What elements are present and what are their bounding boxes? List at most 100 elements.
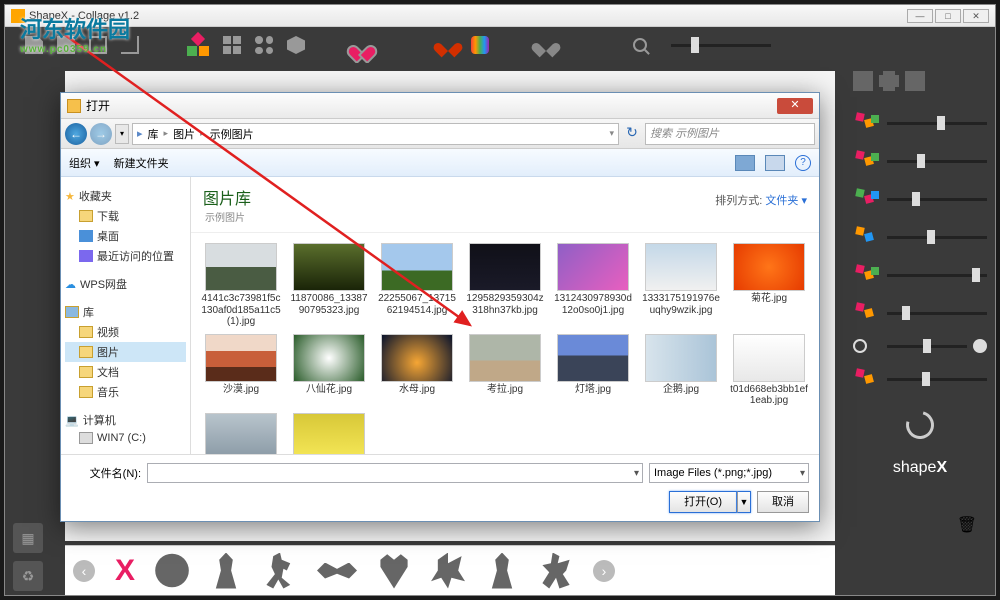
recycle-icon[interactable]: ♻ [13,561,43,591]
shape-girl[interactable] [209,553,243,589]
shapes-color-icon[interactable] [187,34,209,56]
dots-icon[interactable] [255,36,273,54]
puzzle-icon[interactable] [879,71,899,91]
zoom-icon[interactable] [633,38,647,52]
crumb-lib[interactable]: 库 [145,126,162,142]
shape-dance[interactable] [539,553,573,589]
tree-item-desktop[interactable]: 桌面 [65,226,186,246]
file-name: 企鹅.jpg [641,384,721,396]
titlebar[interactable]: ShapeX - Collage v1.2 — □ ✕ [5,5,995,27]
file-item[interactable]: 1295829359304z318hn37kb.jpg [463,243,547,328]
slider-6[interactable] [853,301,987,325]
organize-menu[interactable]: 组织 ▾ [69,155,100,171]
dialog-titlebar[interactable]: 打开 ✕ [61,93,819,119]
trash-icon[interactable]: 🗑 [957,515,977,535]
newfolder-button[interactable]: 新建文件夹 [114,155,169,171]
tree-item-drive-c[interactable]: WIN7 (C:) [65,430,186,446]
hex-icon[interactable] [287,36,305,54]
help-button[interactable]: ? [795,155,811,171]
tree-item-downloads[interactable]: 下载 [65,206,186,226]
shape-heart[interactable] [377,553,411,589]
tree-item-video[interactable]: 视频 [65,322,186,342]
maximize-button[interactable]: □ [935,9,961,23]
search-input[interactable]: 搜索 示例图片 [645,123,815,145]
crumb-pictures[interactable]: 图片 [170,126,198,142]
tree-item-music[interactable]: 音乐 [65,382,186,402]
file-item[interactable]: 1333175191976euqhy9wzik.jpg [639,243,723,328]
file-item[interactable]: 22255067_1371562194514.jpg [375,243,459,328]
folder-icon [67,99,81,113]
nav-history-drop[interactable]: ▾ [115,124,129,144]
file-item[interactable]: 沙漠.jpg [199,334,283,407]
heart-rainbow-icon[interactable] [471,36,489,54]
nav-back-button[interactable]: ← [65,123,87,145]
file-item[interactable]: 企鹅.jpg [639,334,723,407]
close-button[interactable]: ✕ [963,9,989,23]
left-tools: ▦ ♻ [13,523,43,591]
tree-computer[interactable]: 💻计算机 [65,410,186,430]
file-item[interactable]: 水母.jpg [375,334,459,407]
slider-1[interactable] [853,111,987,135]
nav-fwd-button[interactable]: → [90,123,112,145]
tree-item-recent[interactable]: 最近访问的位置 [65,246,186,266]
file-item[interactable] [287,413,371,455]
file-name: 考拉.jpg [465,384,545,396]
shapes-prev[interactable]: ‹ [73,560,95,582]
shape-mustache[interactable] [317,563,357,579]
tree-libraries[interactable]: 库 [65,302,186,322]
undo-icon[interactable] [901,406,939,444]
filetype-filter[interactable]: Image Files (*.png;*.jpg) [649,463,809,483]
shape-portrait[interactable] [485,553,519,589]
grid-icon[interactable] [223,36,241,54]
file-item[interactable]: t01d668eb3bb1ef1eab.jpg [727,334,811,407]
shape-circle-v[interactable] [155,553,189,589]
file-name: 1333175191976euqhy9wzik.jpg [641,293,721,316]
filename-input[interactable] [147,463,643,483]
tree-wps[interactable]: ☁WPS网盘 [65,274,186,294]
file-item[interactable]: 菊花.jpg [727,243,811,328]
open-button[interactable]: 打开(O) [669,491,737,513]
file-item[interactable]: 考拉.jpg [463,334,547,407]
file-item[interactable] [199,413,283,455]
heart-gray-icon[interactable] [537,37,555,53]
shape-cupid[interactable] [431,553,465,589]
preview-pane-button[interactable] [765,155,785,171]
refresh-button[interactable]: ↻ [622,124,642,144]
open-dropdown[interactable]: ▼ [737,491,751,513]
tree-item-documents[interactable]: 文档 [65,362,186,382]
slider-5[interactable] [853,263,987,287]
slider-circle[interactable] [853,339,987,353]
breadcrumb[interactable]: ▸ 库▸ 图片▸ 示例图片 ▾ [132,123,619,145]
slider-3[interactable] [853,187,987,211]
file-item[interactable]: 1312430978930d12o0so0j1.jpg [551,243,635,328]
slider-2[interactable] [853,149,987,173]
thumbnail [293,243,365,291]
shape-runner[interactable] [263,553,297,589]
tree-favorites[interactable]: ★收藏夹 [65,186,186,206]
tree-item-pictures[interactable]: 图片 [65,342,186,362]
bg-image-icon[interactable] [853,71,873,91]
minimize-button[interactable]: — [907,9,933,23]
cancel-button[interactable]: 取消 [757,491,809,513]
dialog-bottom: 文件名(N): Image Files (*.png;*.jpg) 打开(O) … [61,454,819,521]
filename-label: 文件名(N): [71,465,141,481]
gallery-icon[interactable]: ▦ [13,523,43,553]
shape-x[interactable]: X [115,554,135,588]
slider-7[interactable] [853,367,987,391]
thumbnail [557,243,629,291]
crumb-sample[interactable]: 示例图片 [207,126,257,142]
heart-filled-icon[interactable] [439,37,457,53]
file-name: 4141c3c73981f5c130af0d185a11c5 (1).jpg [201,293,281,328]
zoom-slider[interactable] [671,44,771,47]
heart-pink-icon[interactable] [353,37,371,53]
view-mode-button[interactable] [735,155,755,171]
file-item[interactable]: 11870086_1338790795323.jpg [287,243,371,328]
file-item[interactable]: 灯塔.jpg [551,334,635,407]
sort-control[interactable]: 排列方式: 文件夹 ▾ [715,192,807,208]
picture-icon[interactable] [905,71,925,91]
shapes-next[interactable]: › [593,560,615,582]
file-item[interactable]: 4141c3c73981f5c130af0d185a11c5 (1).jpg [199,243,283,328]
slider-4[interactable] [853,225,987,249]
dialog-close-button[interactable]: ✕ [777,98,813,114]
file-item[interactable]: 八仙花.jpg [287,334,371,407]
